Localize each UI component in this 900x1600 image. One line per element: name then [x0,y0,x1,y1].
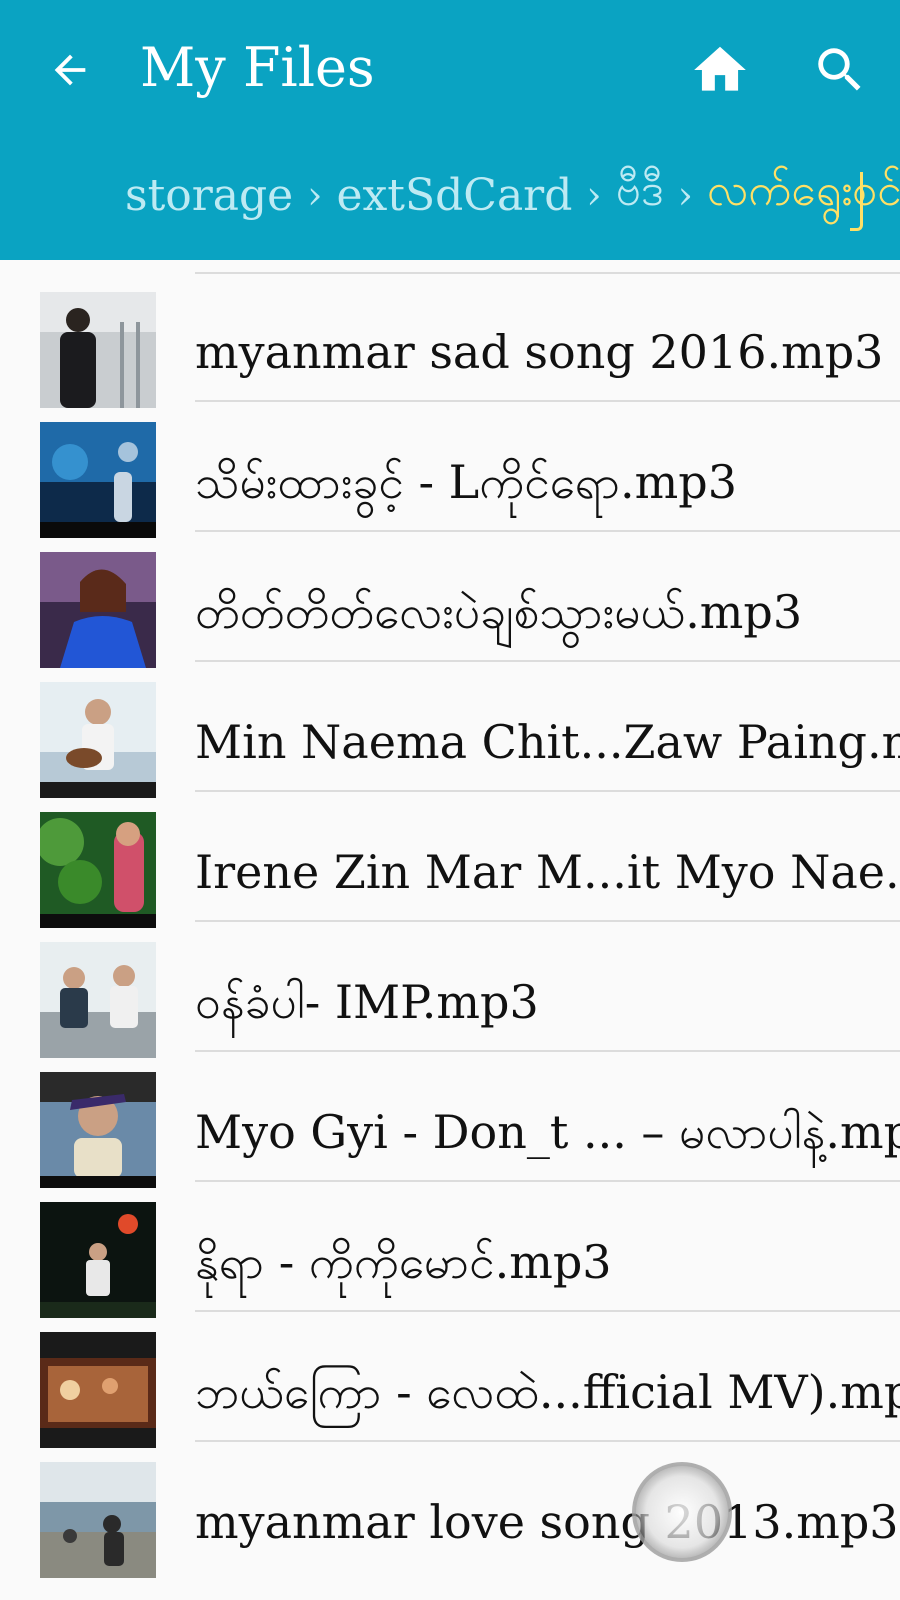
list-item[interactable]: ဝန်ခံပါ- IMP.mp3 [0,922,900,1058]
app-bar: My Files storage › extSdCard › ဗီဒီ › လက… [0,0,900,260]
list-item[interactable]: myanmar love song 2013.mp3 [0,1442,900,1578]
chevron-right-icon: › [677,173,693,217]
guitarist-thumbnail [40,682,156,798]
concert-thumbnail [40,1202,156,1318]
file-name: ဝန်ခံပါ- IMP.mp3 [195,975,539,1029]
list-item[interactable]: Irene Zin Mar M...it Myo Nae.mp3 [0,792,900,928]
music-video-thumbnail [40,1332,156,1448]
home-button[interactable] [680,30,760,110]
file-name: Myo Gyi - Don_t ... – မလာပါနဲ့.mp3 [195,1105,900,1159]
page-title: My Files [140,36,375,99]
file-name: တိတ်တိတ်လေးပဲချစ်သွားမယ်.mp3 [195,585,803,639]
person-standing-thumbnail [40,292,156,408]
breadcrumb-current[interactable]: လက်ရွေးစင် [707,163,900,227]
file-name: နိုရာ - ကိုကိုမောင်.mp3 [195,1235,612,1289]
two-people-sofa-thumbnail [40,942,156,1058]
search-button[interactable] [800,30,880,110]
list-item[interactable]: Min Naema Chit...Zaw Paing.mp3 [0,662,900,798]
list-item[interactable]: ဘယ်ကြော - လေထဲ...fficial MV).mp3 [0,1312,900,1448]
arrow-left-icon [54,54,86,86]
list-item[interactable]: နိုရာ - ကိုကိုမောင်.mp3 [0,1182,900,1318]
lakeside-couple-thumbnail [40,1462,156,1578]
stage-performance-thumbnail [40,422,156,538]
file-list: myanmar sad song 2016.mp3 သိမ်းထားခွင့် … [0,260,900,1600]
file-name: myanmar sad song 2016.mp3 [195,325,884,379]
breadcrumb-video[interactable]: ဗီဒီ [616,163,664,227]
file-name: ဘယ်ကြော - လေထဲ...fficial MV).mp3 [195,1365,900,1419]
chevron-right-icon: › [307,173,323,217]
file-name: Irene Zin Mar M...it Myo Nae.mp3 [195,845,900,899]
file-name: Min Naema Chit...Zaw Paing.mp3 [195,715,900,769]
list-item[interactable]: သိမ်းထားခွင့် - Lကိုင်ရော.mp3 [0,402,900,538]
breadcrumb-storage[interactable]: storage [125,170,293,221]
touch-indicator [632,1462,732,1562]
forest-singer-thumbnail [40,812,156,928]
breadcrumb-scroll-edge [850,172,863,231]
search-icon [818,48,861,91]
chevron-right-icon: › [586,173,602,217]
breadcrumb-extsdcard[interactable]: extSdCard [336,170,572,221]
back-button[interactable] [30,30,110,110]
file-name: myanmar love song 2013.mp3 [195,1495,899,1549]
list-item[interactable]: myanmar sad song 2016.mp3 [0,272,900,408]
singer-hat-thumbnail [40,1072,156,1188]
singer-microphone-thumbnail [40,552,156,668]
file-name: သိမ်းထားခွင့် - Lကိုင်ရော.mp3 [195,455,738,509]
list-item[interactable]: Myo Gyi - Don_t ... – မလာပါနဲ့.mp3 [0,1052,900,1188]
home-icon [694,46,746,91]
breadcrumb: storage › extSdCard › ဗီဒီ › လက်ရွေးစင် [125,155,900,235]
list-item[interactable]: တိတ်တိတ်လေးပဲချစ်သွားမယ်.mp3 [0,532,900,668]
